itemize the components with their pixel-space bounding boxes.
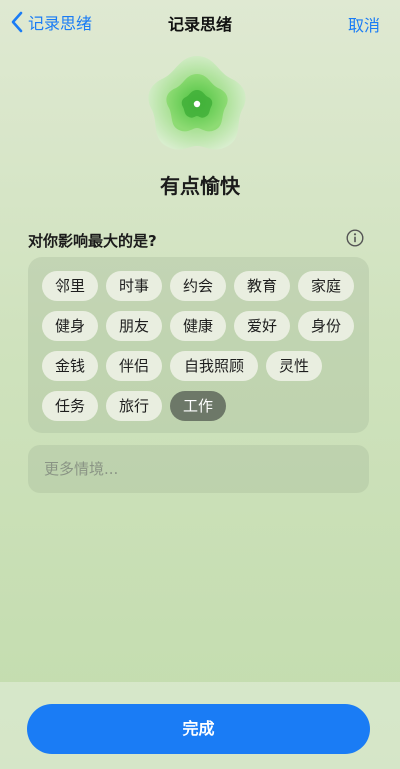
impact-question: 对你影响最大的是? (28, 232, 157, 250)
navigation-bar: 记录思绪 记录思绪 取消 (0, 0, 400, 44)
tag-chip[interactable]: 金钱 (42, 351, 98, 381)
tag-chip[interactable]: 健身 (42, 311, 98, 341)
tag-chip[interactable]: 时事 (106, 271, 162, 301)
tag-chip[interactable]: 身份 (298, 311, 354, 341)
more-context-field (28, 445, 369, 493)
tags-panel: 邻里 时事 约会 教育 家庭 健身 朋友 健康 爱好 身份 金钱 伴侣 自我照顾… (28, 257, 369, 433)
cancel-button[interactable]: 取消 (348, 12, 380, 36)
tag-chip[interactable]: 约会 (170, 271, 226, 301)
tag-chip[interactable]: 爱好 (234, 311, 290, 341)
tag-chip[interactable]: 伴侣 (106, 351, 162, 381)
tag-chip[interactable]: 邻里 (42, 271, 98, 301)
tag-chip-selected[interactable]: 工作 (170, 391, 226, 421)
tag-chip[interactable]: 家庭 (298, 271, 354, 301)
more-context-input[interactable] (42, 459, 346, 479)
chevron-left-icon (11, 11, 23, 33)
back-button-label: 记录思绪 (28, 14, 93, 33)
tag-chip[interactable]: 旅行 (106, 391, 162, 421)
mood-flower-icon (148, 56, 246, 150)
tag-chip[interactable]: 任务 (42, 391, 98, 421)
tag-chip[interactable]: 朋友 (106, 311, 162, 341)
tag-chip[interactable]: 灵性 (266, 351, 322, 381)
mood-label: 有点愉快 (160, 174, 240, 198)
tag-chip[interactable]: 自我照顾 (170, 351, 258, 381)
back-button[interactable]: 记录思绪 (10, 10, 92, 34)
tag-chip[interactable]: 健康 (170, 311, 226, 341)
tag-chip[interactable]: 教育 (234, 271, 290, 301)
done-button[interactable]: 完成 (27, 704, 370, 754)
info-icon[interactable] (346, 229, 364, 247)
